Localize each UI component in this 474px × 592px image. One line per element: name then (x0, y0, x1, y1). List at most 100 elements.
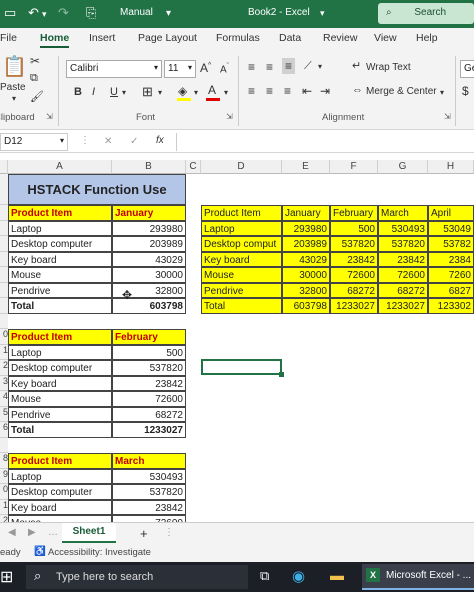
row-header[interactable] (0, 236, 8, 252)
sheet-title-cell[interactable]: HSTACK Function Use (8, 174, 186, 205)
hstack-cell[interactable]: 72600 (330, 267, 378, 283)
tab-file[interactable]: File (0, 32, 17, 44)
product-cell[interactable]: Desktop computer (8, 236, 112, 252)
row-header[interactable]: 8 (0, 453, 8, 469)
column-header-f[interactable]: F (330, 160, 378, 174)
total-value-cell[interactable]: 1233027 (112, 422, 186, 438)
bold-button[interactable]: B (74, 86, 82, 98)
font-color-dropdown-icon[interactable]: ▾ (224, 88, 228, 97)
row-header[interactable] (0, 313, 8, 329)
confirm-edit-icon[interactable]: ✓ (130, 136, 138, 147)
hstack-cell[interactable]: Desktop comput (201, 236, 282, 252)
merge-center-icon[interactable]: ⇔ (352, 84, 363, 96)
tab-data[interactable]: Data (279, 32, 301, 44)
undo-icon[interactable]: ↶ (28, 5, 39, 21)
accessibility-status[interactable]: Accessibility: Investigate (48, 547, 151, 558)
product-cell[interactable]: Desktop computer (8, 484, 112, 500)
add-sheet-button[interactable]: + (140, 526, 148, 541)
name-box[interactable]: D12 ▾ (0, 133, 68, 151)
value-cell[interactable]: 68272 (112, 406, 186, 422)
edge-icon[interactable]: ◉ (292, 567, 305, 585)
row-header[interactable] (0, 298, 8, 314)
tab-review[interactable]: Review (323, 32, 357, 44)
paste-icon[interactable]: 📋 (2, 54, 27, 79)
copy-icon[interactable]: ⧉ (30, 72, 38, 85)
hstack-cell[interactable]: 123302 (428, 298, 474, 314)
hstack-header-cell[interactable]: February (330, 205, 378, 221)
hstack-header-cell[interactable]: March (378, 205, 428, 221)
hstack-cell[interactable]: 7260 (428, 267, 474, 283)
tab-home[interactable]: Home (40, 32, 70, 48)
hstack-cell[interactable]: 537820 (330, 236, 378, 252)
product-cell[interactable]: Laptop (8, 220, 112, 236)
hstack-cell[interactable]: 72600 (378, 267, 428, 283)
hstack-cell[interactable]: 23842 (378, 251, 428, 267)
product-header-cell[interactable]: Product Item (8, 205, 112, 221)
total-label-cell[interactable]: Total (8, 422, 112, 438)
product-cell[interactable]: Mouse (8, 515, 112, 522)
value-cell[interactable]: 500 (112, 344, 186, 360)
currency-icon[interactable]: $ (462, 84, 469, 98)
hstack-cell[interactable]: 6827 (428, 282, 474, 298)
sheet-tab-sheet1[interactable]: Sheet1 (62, 523, 116, 543)
hstack-cell[interactable]: 43029 (282, 251, 330, 267)
row-header[interactable]: 1 (0, 344, 8, 360)
value-cell[interactable]: 23842 (112, 499, 186, 515)
orientation-icon[interactable]: ⟋ (304, 60, 312, 73)
font-name-select[interactable]: Calibri ▾ (66, 60, 162, 78)
hstack-cell[interactable]: 53049 (428, 220, 474, 236)
task-view-icon[interactable]: ⧉ (260, 568, 269, 584)
number-format-select[interactable]: Gene (460, 60, 474, 78)
hstack-cell[interactable]: 537820 (378, 236, 428, 252)
borders-dropdown-icon[interactable]: ▾ (158, 88, 162, 97)
tab-page-layout[interactable]: Page Layout (138, 32, 197, 44)
row-header[interactable]: 6 (0, 422, 8, 438)
hstack-cell[interactable]: 53782 (428, 236, 474, 252)
hstack-cell[interactable]: 1233027 (330, 298, 378, 314)
align-center-icon[interactable]: ≡ (266, 84, 273, 98)
month-header-cell[interactable]: March (112, 453, 186, 469)
paste-button-label[interactable]: Paste (0, 82, 26, 93)
column-header-d[interactable]: D (201, 160, 282, 174)
value-cell[interactable]: 43029 (112, 251, 186, 267)
hstack-header-cell[interactable]: April (428, 205, 474, 221)
row-header[interactable] (0, 282, 8, 298)
column-header-e[interactable]: E (282, 160, 330, 174)
hstack-cell[interactable]: 2384 (428, 251, 474, 267)
row-header[interactable] (0, 251, 8, 267)
value-cell[interactable]: 23842 (112, 375, 186, 391)
decrease-font-icon[interactable]: Aˇ (220, 63, 229, 75)
hstack-cell[interactable]: 68272 (378, 282, 428, 298)
month-header-cell[interactable]: January (112, 205, 186, 221)
underline-dropdown-icon[interactable]: ▾ (122, 88, 126, 97)
row-header[interactable]: 5 (0, 406, 8, 422)
search-box[interactable]: ⌕ Search (378, 3, 474, 24)
next-sheet-icon[interactable]: ▶ (28, 527, 36, 538)
increase-indent-icon[interactable]: ⇥ (320, 84, 330, 98)
row-header[interactable]: 3 (0, 375, 8, 391)
hstack-cell[interactable]: 32800 (282, 282, 330, 298)
row-header[interactable] (0, 220, 8, 236)
align-middle-icon[interactable]: ≡ (266, 60, 273, 74)
calculation-mode-label[interactable]: Manual (120, 7, 153, 18)
product-cell[interactable]: Pendrive (8, 282, 112, 298)
value-cell[interactable]: 203989 (112, 236, 186, 252)
product-cell[interactable]: Key board (8, 251, 112, 267)
hstack-cell[interactable]: 530493 (378, 220, 428, 236)
fill-dropdown-icon[interactable]: ▾ (194, 88, 198, 97)
hstack-cell[interactable]: Laptop (201, 220, 282, 236)
product-cell[interactable]: Mouse (8, 391, 112, 407)
hstack-cell[interactable]: Pendrive (201, 282, 282, 298)
increase-font-icon[interactable]: A^ (200, 61, 211, 75)
orientation-dropdown-icon[interactable]: ▾ (318, 62, 322, 71)
value-cell[interactable]: 293980 (112, 220, 186, 236)
hstack-header-cell[interactable]: Product Item (201, 205, 282, 221)
row-header[interactable]: 2 (0, 360, 8, 376)
font-launcher-icon[interactable]: ⇲ (226, 112, 233, 121)
insert-function-icon[interactable]: fx (156, 135, 164, 146)
tab-view[interactable]: View (374, 32, 397, 44)
value-cell[interactable]: 537820 (112, 360, 186, 376)
value-cell[interactable]: 537820 (112, 484, 186, 500)
file-explorer-icon[interactable]: ▬ (330, 567, 344, 583)
product-cell[interactable]: Desktop computer (8, 360, 112, 376)
